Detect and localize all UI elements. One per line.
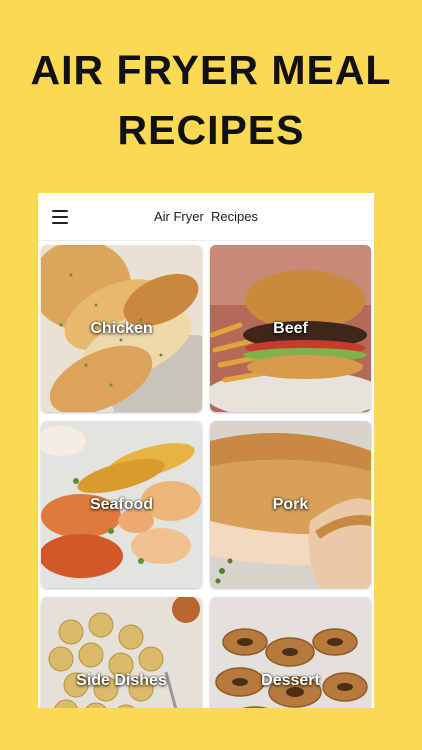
category-label: Beef [273,319,308,337]
app-bar: Air Fryer Recipes [38,193,374,241]
category-card-beef[interactable]: Beef [210,245,371,412]
category-grid: Chicken Beef Seafood Pork Side Dishes De… [41,245,371,708]
category-label: Pork [272,495,309,513]
app-screen: Air Fryer Recipes Chicken Beef Seafood P… [38,193,374,708]
category-card-side-dishes[interactable]: Side Dishes [41,597,202,708]
promo-title-line-2: RECIPES [117,107,305,153]
promo-headline: AIR FRYER MEAL RECIPES [0,40,422,160]
category-label: Dessert [261,671,320,689]
category-card-pork[interactable]: Pork [210,421,371,588]
promo-title-line-1: AIR FRYER MEAL [30,47,392,93]
category-label: Seafood [89,495,154,513]
category-label: Chicken [90,319,153,337]
category-card-chicken[interactable]: Chicken [41,245,202,412]
category-label: Side Dishes [76,671,167,689]
category-card-dessert[interactable]: Dessert [210,597,371,708]
app-title: Air Fryer Recipes [153,209,259,224]
category-card-seafood[interactable]: Seafood [41,421,202,588]
